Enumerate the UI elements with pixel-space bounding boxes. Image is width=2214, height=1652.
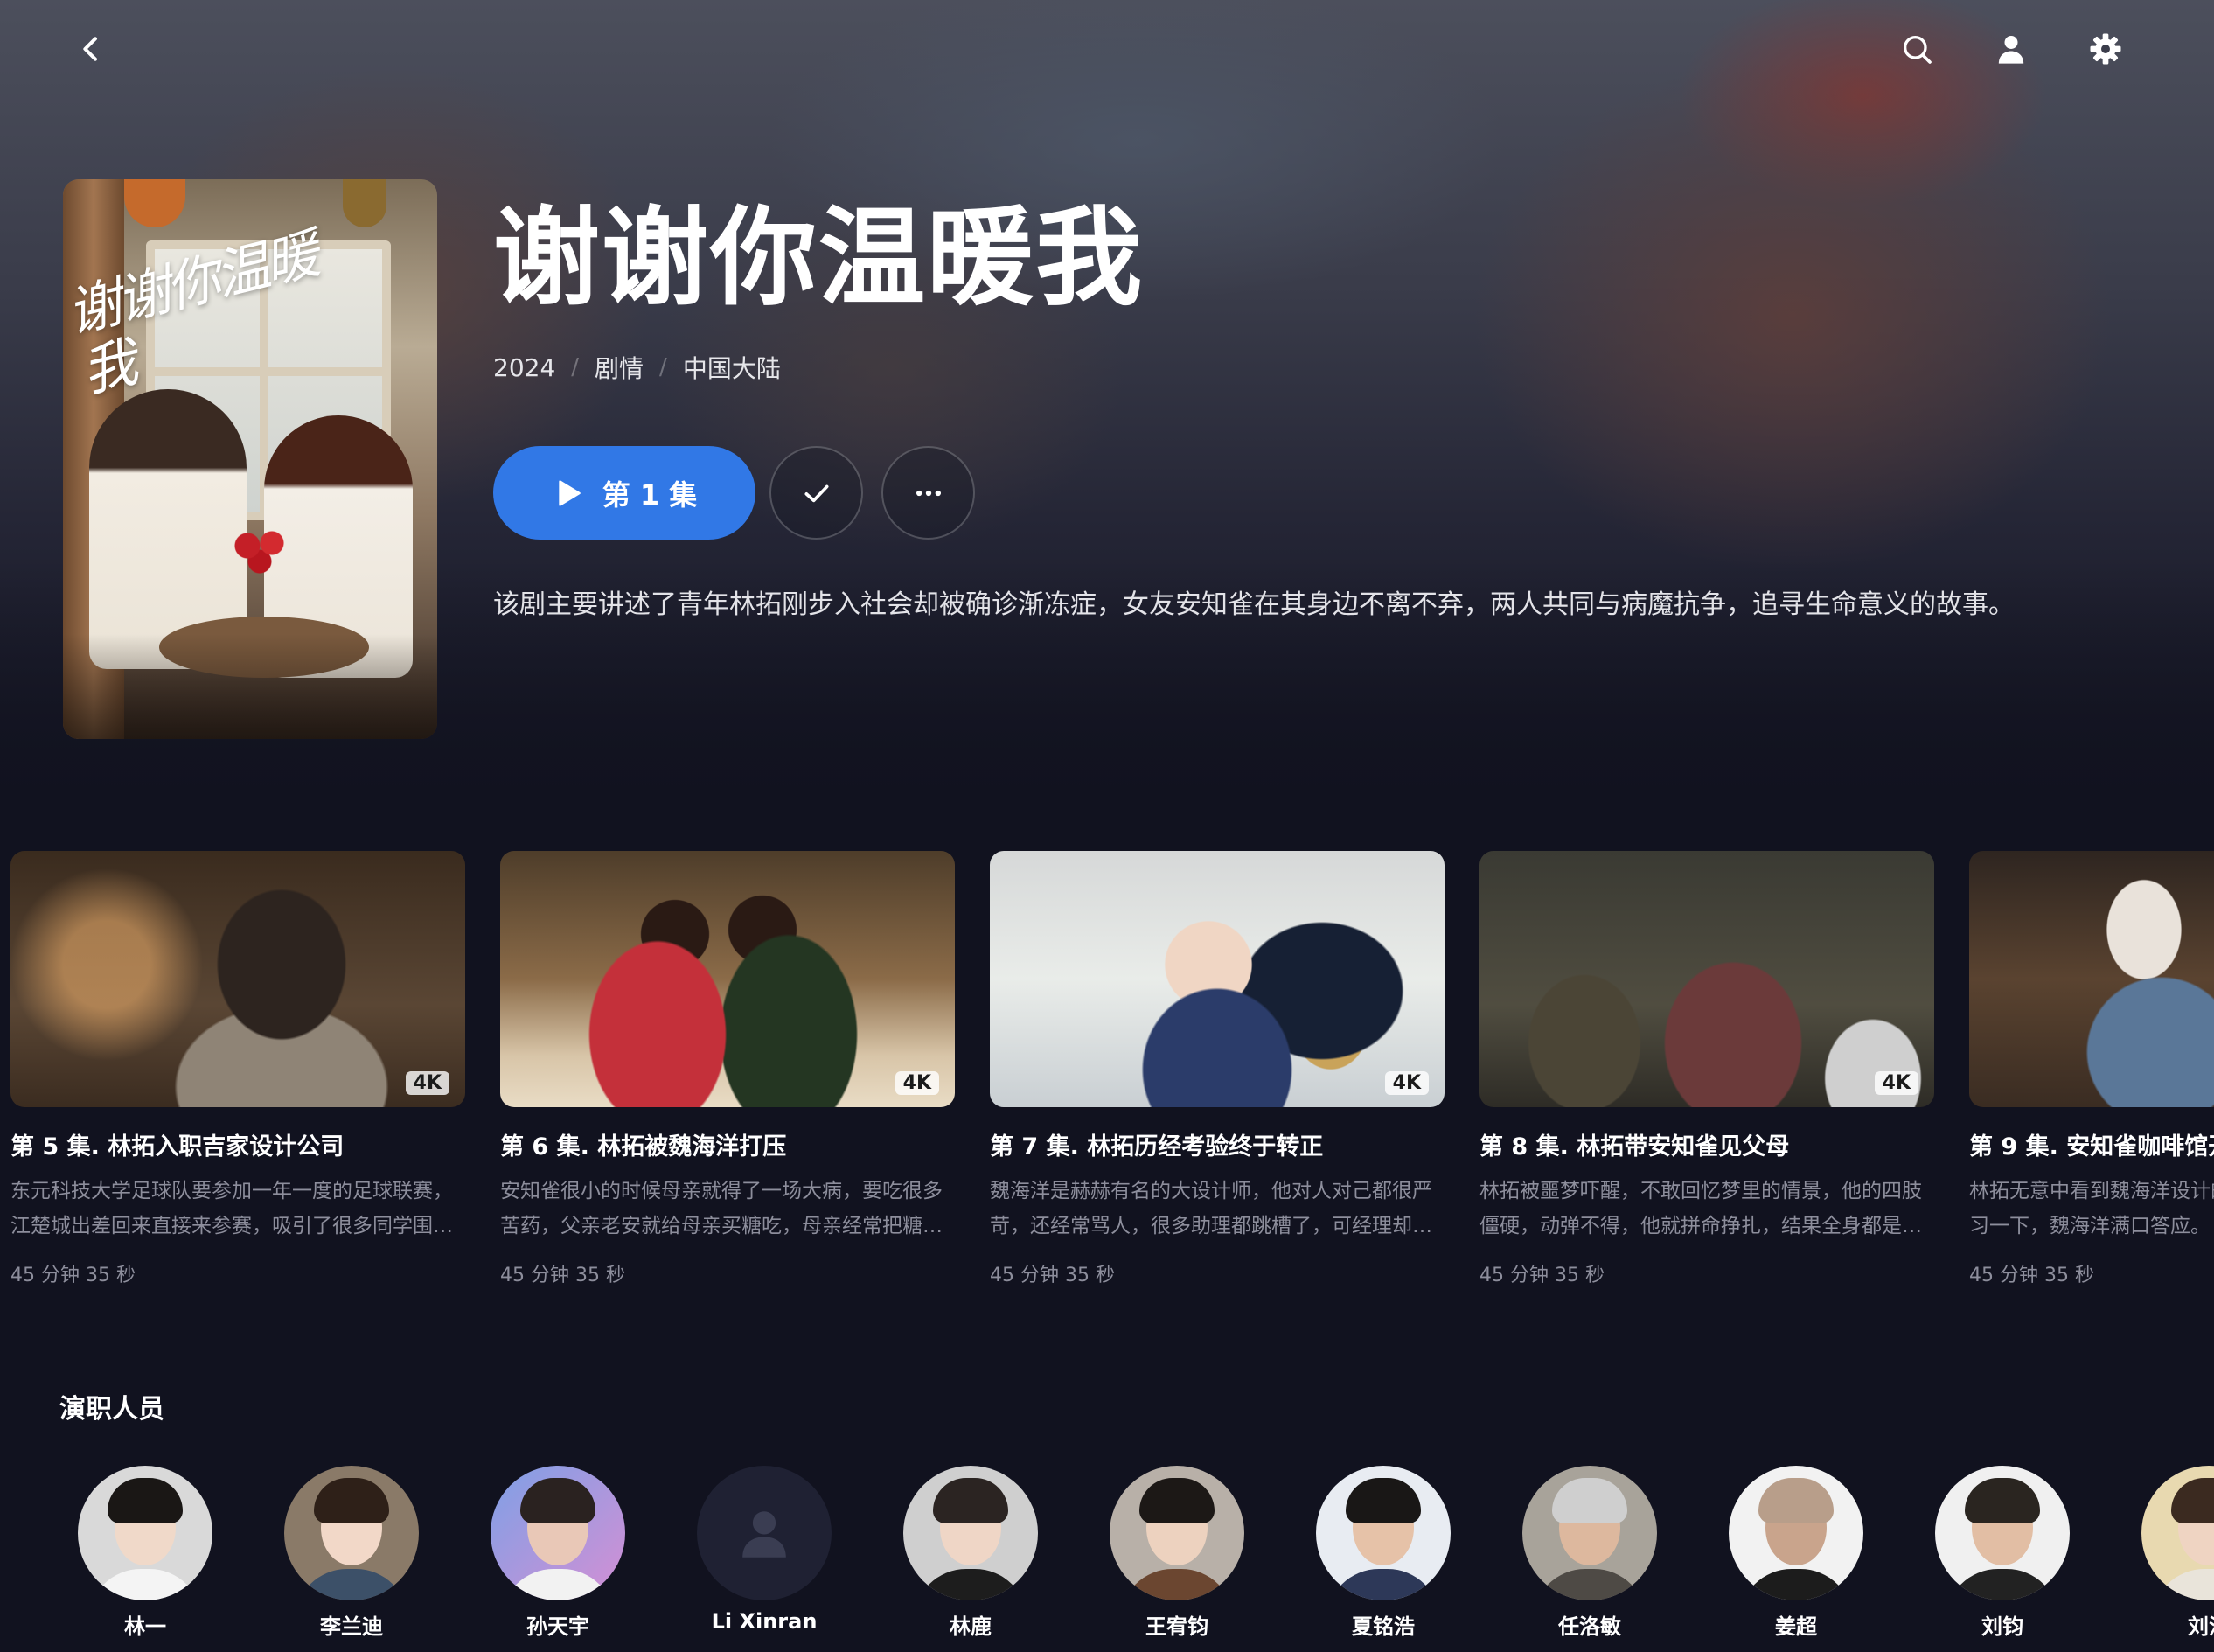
episode-title: 第 9 集. 安知雀咖啡馆开业 — [1969, 1133, 2214, 1161]
episode-description: 林拓被噩梦吓醒，不敢回忆梦里的情景，他的四肢僵硬，动弹不得，他就拼命挣扎，结果全… — [1479, 1180, 1922, 1237]
avatar-placeholder[interactable] — [697, 1466, 832, 1600]
avatar[interactable] — [1935, 1466, 2070, 1600]
user-icon — [1998, 36, 2024, 64]
play-episode-button[interactable]: 第 1 集 — [493, 446, 755, 540]
episode-card[interactable]: 4K 第 7 集. 林拓历经考验终于转正 魏海洋是赫赫有名的大设计师，他对人对己… — [990, 851, 1445, 1287]
episode-title: 第 8 集. 林拓带安知雀见父母 — [1479, 1133, 1790, 1161]
check-icon — [804, 484, 828, 502]
episode-description: 东元科技大学足球队要参加一年一度的足球联赛，江楚城出差回来直接来参赛，吸引了很多… — [10, 1180, 453, 1237]
cast-member[interactable]: 任洛敏 — [1502, 1466, 1677, 1640]
user-button[interactable] — [1988, 26, 2034, 72]
meta-genre[interactable]: 剧情 — [595, 350, 644, 385]
cast-member[interactable]: 林鹿 — [883, 1466, 1058, 1640]
cast-name: 林鹿 — [950, 1614, 992, 1639]
cast-section-title: 演职人员 — [59, 1394, 164, 1425]
episode-duration: 45 分钟 35 秒 — [990, 1265, 1115, 1286]
mark-watched-button[interactable] — [769, 446, 863, 540]
cast-member[interactable]: Li Xinran — [677, 1466, 852, 1634]
episode-duration: 45 分钟 35 秒 — [1969, 1265, 2094, 1286]
episode-duration: 45 分钟 35 秒 — [10, 1265, 136, 1286]
meta-separator: / — [659, 354, 667, 380]
episode-duration: 45 分钟 35 秒 — [1479, 1265, 1605, 1286]
episode-title: 第 7 集. 林拓历经考验终于转正 — [990, 1133, 1324, 1161]
user-placeholder-icon — [742, 1511, 786, 1558]
cast-name: 任洛敏 — [1558, 1614, 1621, 1639]
avatar[interactable] — [2141, 1466, 2214, 1600]
show-title: 谢谢你温暖我 — [493, 196, 1144, 320]
quality-badge: 4K — [405, 1071, 449, 1095]
cast-member[interactable]: 夏铭浩 — [1296, 1466, 1471, 1640]
avatar[interactable] — [491, 1466, 625, 1600]
more-horizontal-icon — [916, 490, 941, 496]
episode-card[interactable]: 4K 第 6 集. 林拓被魏海洋打压 安知雀很小的时候母亲就得了一场大病，要吃很… — [500, 851, 955, 1287]
avatar[interactable] — [1110, 1466, 1244, 1600]
cast-member[interactable]: 林一 — [58, 1466, 233, 1640]
cast-list: 林一 李兰迪 孙天宇 Li Xinran 林鹿 王宥钧 夏铭浩 任洛敏 姜超 刘… — [0, 1466, 2214, 1652]
cast-member[interactable]: 刘钧 — [1915, 1466, 2090, 1640]
meta-separator: / — [571, 354, 580, 380]
cast-name: 李兰迪 — [320, 1614, 383, 1639]
cast-name: 刘钧 — [1981, 1614, 2023, 1639]
episode-card[interactable]: 第 9 集. 安知雀咖啡馆开业 林拓无意中看到魏海洋设计的作品，决定要好好学习一… — [1969, 851, 2214, 1287]
cast-name: Li Xinran — [711, 1609, 818, 1634]
avatar[interactable] — [1522, 1466, 1657, 1600]
quality-badge: 4K — [1874, 1071, 1918, 1095]
cast-member[interactable]: 姜超 — [1709, 1466, 1883, 1640]
episode-list: 4K 第 5 集. 林拓入职吉家设计公司 东元科技大学足球队要参加一年一度的足球… — [10, 851, 2214, 1306]
episode-thumbnail[interactable]: 4K — [990, 851, 1445, 1107]
cast-member[interactable]: 刘涛 — [2121, 1466, 2214, 1640]
meta-year: 2024 — [493, 352, 556, 382]
more-options-button[interactable] — [881, 446, 975, 540]
cast-name: 林一 — [124, 1614, 166, 1639]
cast-name: 夏铭浩 — [1352, 1614, 1415, 1639]
show-poster: 谢谢你温暖我 — [63, 179, 437, 739]
episode-description: 安知雀很小的时候母亲就得了一场大病，要吃很多苦药，父亲老安就给母亲买糖吃，母亲经… — [500, 1180, 943, 1237]
episode-description: 林拓无意中看到魏海洋设计的作品，决定要好好学习一下，魏海洋满口答应。 — [1969, 1180, 2214, 1237]
search-icon — [1904, 36, 1932, 64]
avatar[interactable] — [903, 1466, 1038, 1600]
search-button[interactable] — [1894, 26, 1939, 72]
avatar[interactable] — [1729, 1466, 1863, 1600]
episode-card[interactable]: 4K 第 5 集. 林拓入职吉家设计公司 东元科技大学足球队要参加一年一度的足球… — [10, 851, 465, 1287]
episode-title: 第 5 集. 林拓入职吉家设计公司 — [10, 1133, 345, 1161]
episode-thumbnail[interactable] — [1969, 851, 2214, 1107]
episode-card[interactable]: 4K 第 8 集. 林拓带安知雀见父母 林拓被噩梦吓醒，不敢回忆梦里的情景，他的… — [1479, 851, 1934, 1287]
episode-thumbnail[interactable]: 4K — [500, 851, 955, 1107]
episode-thumbnail[interactable]: 4K — [10, 851, 465, 1107]
cast-member[interactable]: 孙天宇 — [470, 1466, 645, 1640]
cast-name: 刘涛 — [2188, 1614, 2214, 1639]
avatar[interactable] — [78, 1466, 212, 1600]
cast-name: 孙天宇 — [526, 1614, 589, 1639]
chevron-left-icon — [83, 37, 97, 61]
play-icon — [559, 479, 581, 506]
meta-region: 中国大陆 — [682, 354, 781, 383]
quality-badge: 4K — [1384, 1071, 1429, 1095]
cast-member[interactable]: 王宥钧 — [1090, 1466, 1264, 1640]
cast-member[interactable]: 李兰迪 — [264, 1466, 439, 1640]
episode-duration: 45 分钟 35 秒 — [500, 1265, 625, 1286]
gear-icon — [2090, 33, 2121, 65]
episode-title: 第 6 集. 林拓被魏海洋打压 — [500, 1133, 787, 1161]
cast-name: 王宥钧 — [1145, 1614, 1208, 1639]
quality-badge: 4K — [895, 1071, 939, 1095]
episode-description: 魏海洋是赫赫有名的大设计师，他对人对己都很严苛，还经常骂人，很多助理都跳槽了，可… — [990, 1180, 1432, 1237]
cast-name: 姜超 — [1775, 1614, 1817, 1639]
episode-thumbnail[interactable]: 4K — [1479, 851, 1934, 1107]
settings-button[interactable] — [2083, 26, 2128, 72]
back-button[interactable] — [68, 26, 114, 72]
show-meta: 2024 / 剧情 / 中国大陆 — [493, 350, 781, 385]
avatar[interactable] — [284, 1466, 419, 1600]
play-button-label: 第 1 集 — [602, 477, 698, 512]
show-description: 该剧主要讲述了青年林拓刚步入社会却被确诊渐冻症，女友安知雀在其身边不离不弃，两人… — [493, 589, 2015, 620]
avatar[interactable] — [1316, 1466, 1451, 1600]
